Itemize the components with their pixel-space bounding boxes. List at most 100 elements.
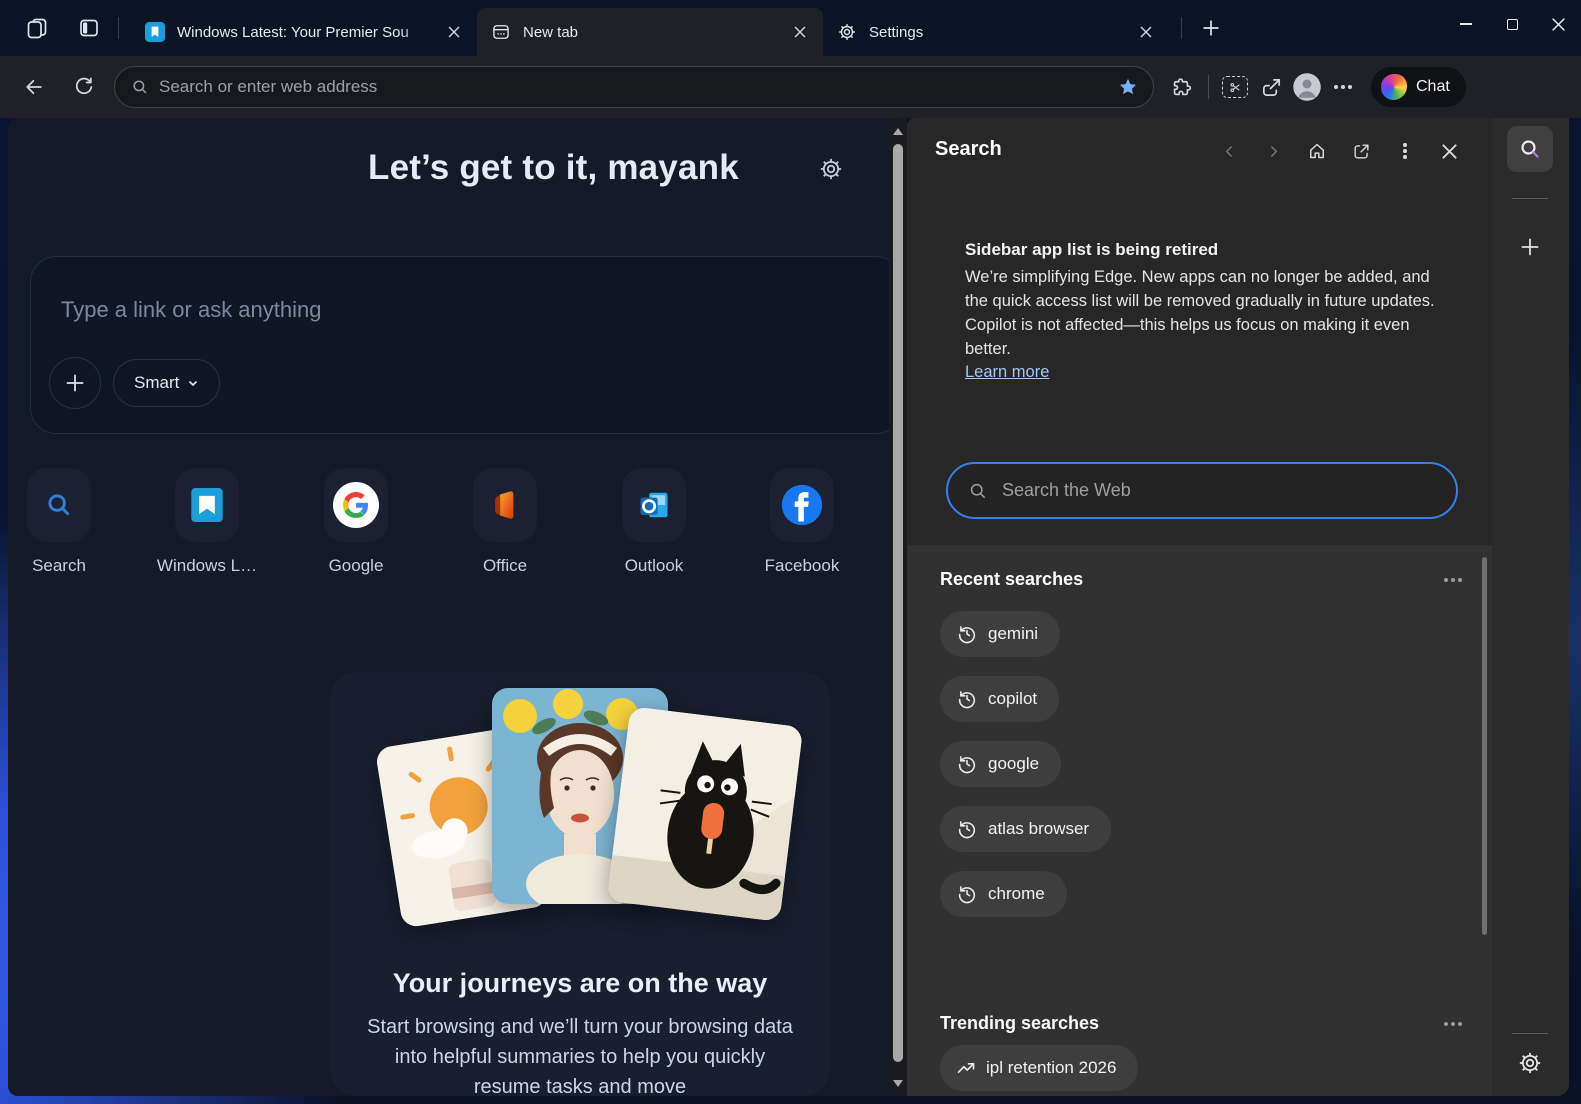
address-bar[interactable]: Search or enter web address: [114, 66, 1154, 108]
panel-forward-icon[interactable]: [1258, 136, 1288, 166]
divider: [1512, 198, 1548, 199]
close-window-button[interactable]: [1535, 0, 1581, 48]
divider: [1208, 75, 1209, 99]
history-icon: [956, 883, 978, 905]
close-tab-icon[interactable]: [441, 19, 467, 45]
trending-more-options-icon[interactable]: [1444, 1022, 1448, 1026]
panel-more-options-icon[interactable]: [1390, 136, 1420, 166]
rail-search-button[interactable]: [1507, 126, 1553, 172]
close-tab-icon[interactable]: [1133, 19, 1159, 45]
refresh-icon[interactable]: [66, 69, 102, 105]
recent-search-label: gemini: [988, 624, 1038, 644]
panel-open-in-new-icon[interactable]: [1346, 136, 1376, 166]
profile-avatar[interactable]: [1289, 69, 1325, 105]
recent-more-options-icon[interactable]: [1444, 578, 1448, 582]
window-controls: [1443, 0, 1581, 48]
tab-windows-latest[interactable]: Windows Latest: Your Premier Sou: [131, 8, 477, 56]
tab-settings[interactable]: Settings: [823, 8, 1169, 56]
sidebar-search-input[interactable]: Search the Web: [946, 462, 1458, 519]
outlook-icon: [622, 468, 686, 542]
divider: [118, 17, 119, 39]
minimize-button[interactable]: [1443, 0, 1489, 48]
recent-search-item[interactable]: google: [940, 741, 1061, 787]
journeys-card: Your journeys are on the way Start brows…: [330, 672, 830, 1096]
illustration-cat-card: [607, 706, 804, 922]
copilot-icon: [1381, 74, 1407, 100]
panel-home-icon[interactable]: [1302, 136, 1332, 166]
quick-link-label: Search: [32, 556, 86, 576]
copilot-chat-button[interactable]: Chat: [1371, 67, 1466, 107]
web-capture-icon[interactable]: [1217, 69, 1253, 105]
page-settings-gear-icon[interactable]: [818, 156, 844, 182]
new-tab-button[interactable]: [1194, 11, 1228, 45]
back-icon[interactable]: [16, 69, 52, 105]
search-icon: [131, 78, 149, 96]
address-placeholder: Search or enter web address: [159, 77, 1117, 97]
tab-actions-icon[interactable]: [72, 11, 106, 45]
tab-new-tab[interactable]: New tab: [477, 8, 823, 56]
rail-customize-button[interactable]: [1507, 224, 1553, 270]
close-tab-icon[interactable]: [787, 19, 813, 45]
panel-close-icon[interactable]: [1434, 136, 1464, 166]
settings-gear-favicon: [837, 22, 857, 42]
scrollbar-thumb[interactable]: [893, 144, 903, 1062]
scroll-up-icon[interactable]: [889, 120, 907, 142]
learn-more-link[interactable]: Learn more: [965, 363, 1049, 382]
rail-settings-button[interactable]: [1507, 1040, 1553, 1086]
composer-placeholder: Type a link or ask anything: [61, 297, 321, 323]
quick-link-label: Windows L…: [157, 556, 257, 576]
recent-search-label: atlas browser: [988, 819, 1089, 839]
recent-search-label: google: [988, 754, 1039, 774]
quick-link-label: Office: [483, 556, 527, 576]
history-icon: [956, 753, 978, 775]
navigation-bar: Search or enter web address: [0, 56, 1581, 118]
search-icon: [27, 468, 91, 542]
search-icon: [1518, 137, 1542, 161]
chevron-down-icon: [187, 377, 199, 389]
windows-latest-favicon: [145, 22, 165, 42]
quick-link-outlook[interactable]: Outlook: [589, 468, 719, 576]
history-icon: [956, 688, 978, 710]
search-composer[interactable]: Type a link or ask anything Smart: [30, 256, 889, 434]
history-icon: [956, 818, 978, 840]
trending-search-item[interactable]: ipl retention 2026: [940, 1045, 1138, 1091]
quick-link-office[interactable]: Office: [440, 468, 570, 576]
recent-search-item[interactable]: chrome: [940, 871, 1067, 917]
tab-bar: Windows Latest: Your Premier Sou New tab: [0, 0, 1581, 56]
recent-search-item[interactable]: copilot: [940, 676, 1059, 722]
recent-search-label: copilot: [988, 689, 1037, 709]
notice-body: We’re simplifying Edge. New apps can no …: [965, 265, 1447, 313]
maximize-button[interactable]: [1489, 0, 1535, 48]
notice-body: Copilot is not affected—this helps us fo…: [965, 313, 1447, 361]
page-scrollbar[interactable]: [889, 118, 907, 1096]
favorites-star-icon[interactable]: [1117, 76, 1139, 98]
scroll-down-icon[interactable]: [889, 1072, 907, 1094]
notice-title: Sidebar app list is being retired: [965, 240, 1447, 260]
extensions-icon[interactable]: [1164, 69, 1200, 105]
recent-search-item[interactable]: gemini: [940, 611, 1060, 657]
mode-selector-button[interactable]: Smart: [113, 359, 220, 407]
sidebar-scrollbar-thumb[interactable]: [1482, 557, 1487, 935]
trending-search-label: ipl retention 2026: [986, 1058, 1116, 1078]
trending-up-icon: [956, 1058, 976, 1078]
panel-back-icon[interactable]: [1214, 136, 1244, 166]
quick-link-label: Outlook: [625, 556, 684, 576]
quick-link-windows-latest[interactable]: Windows L…: [142, 468, 272, 576]
quick-link-search[interactable]: Search: [8, 468, 124, 576]
workspaces-icon[interactable]: [20, 11, 54, 45]
sidebar-rail: [1492, 118, 1569, 1096]
quick-link-label: Google: [329, 556, 384, 576]
recent-searches-list: gemini copilot google atlas browser chro…: [940, 611, 1111, 917]
new-tab-favicon: [491, 22, 511, 42]
share-icon[interactable]: [1253, 69, 1289, 105]
quick-link-google[interactable]: Google: [291, 468, 421, 576]
recent-search-item[interactable]: atlas browser: [940, 806, 1111, 852]
search-suggestions-section: Recent searches gemini copilot google: [907, 545, 1492, 1096]
quick-link-facebook[interactable]: Facebook: [737, 468, 867, 576]
divider: [1181, 17, 1182, 39]
tab-title: New tab: [523, 24, 787, 41]
google-icon: [324, 468, 388, 542]
add-attachment-button[interactable]: [49, 357, 101, 409]
more-options-icon[interactable]: [1325, 69, 1361, 105]
journeys-description: Start browsing and we’ll turn your brows…: [360, 1012, 800, 1096]
